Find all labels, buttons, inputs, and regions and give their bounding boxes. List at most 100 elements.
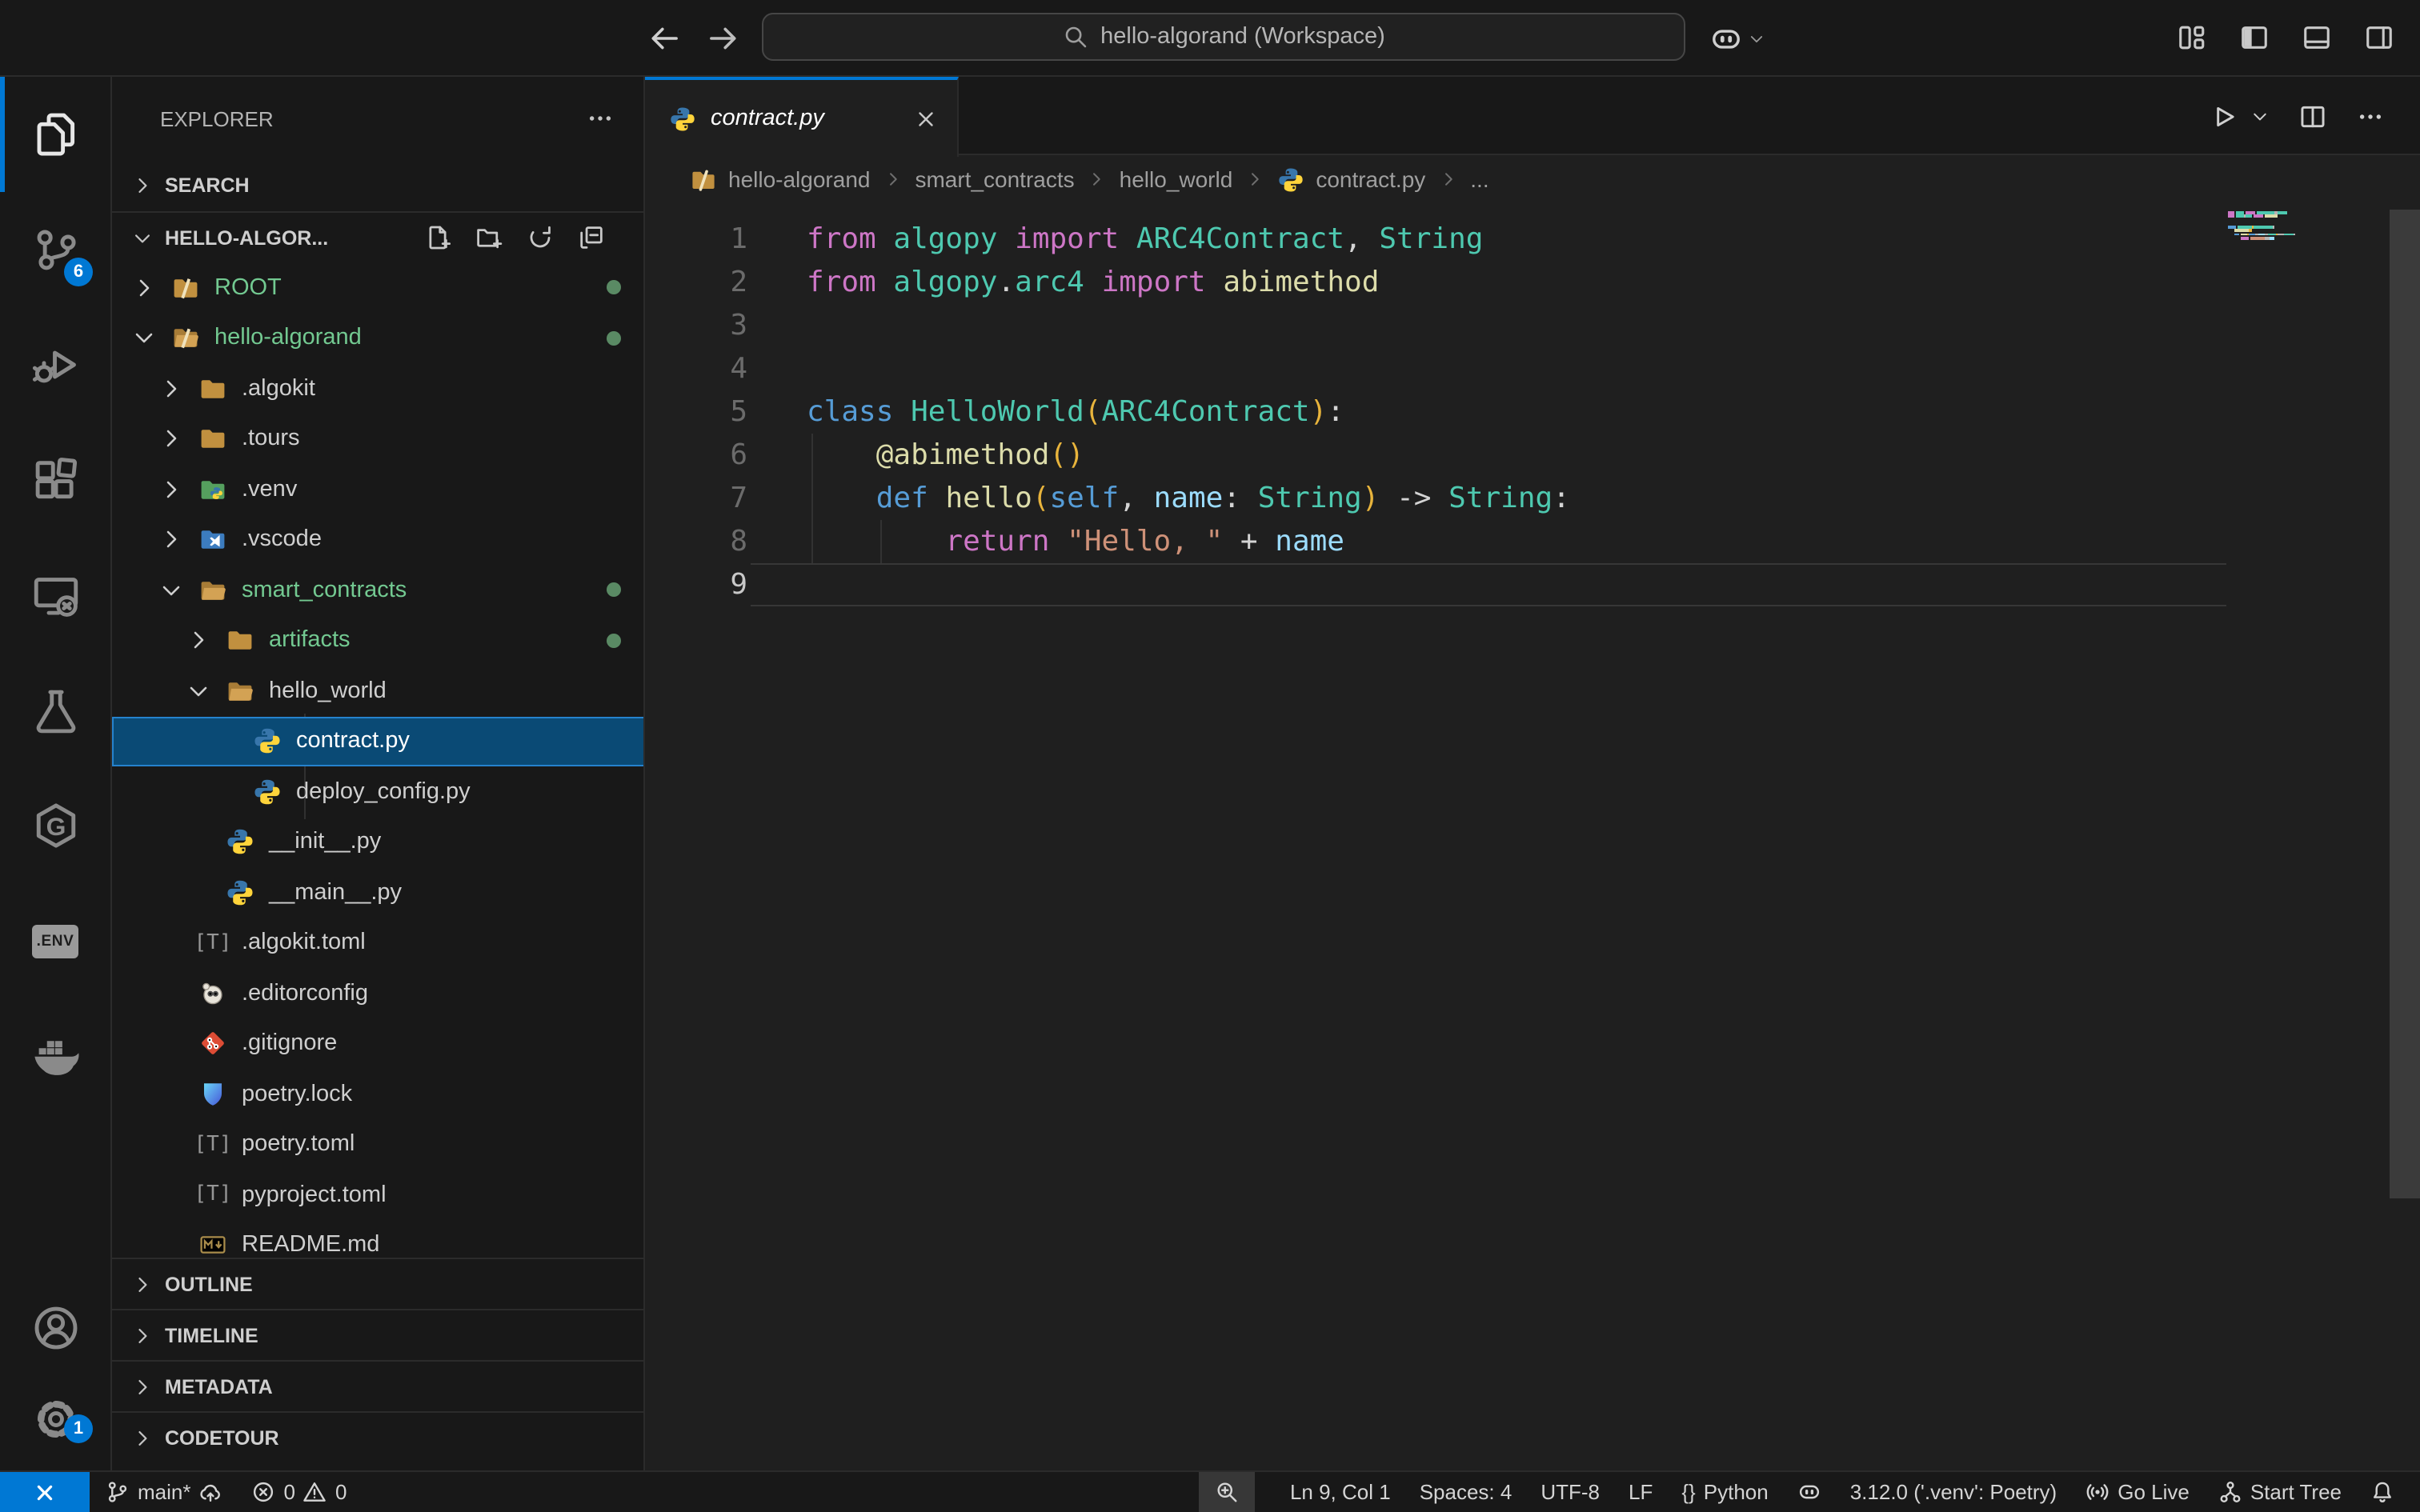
status-go-live[interactable]: Go Live	[2073, 1472, 2202, 1512]
tree-item-deploy-config-py[interactable]: deploy_config.py	[112, 766, 645, 817]
layout-panel-icon[interactable]	[2302, 22, 2332, 53]
layout-secondary-icon[interactable]	[2364, 22, 2394, 53]
more-actions-icon[interactable]	[586, 104, 615, 133]
indent-spacer	[186, 880, 211, 906]
status-encoding[interactable]: UTF-8	[1528, 1472, 1613, 1512]
status-copilot-status[interactable]	[1785, 1472, 1834, 1512]
activity-item-remote-explorer[interactable]	[0, 538, 110, 653]
layout-customize-icon[interactable]	[2177, 22, 2207, 53]
account-icon	[31, 1303, 79, 1351]
tree-item--main-py[interactable]: __main__.py	[112, 867, 645, 918]
tree-item-poetry-lock[interactable]: poetry.lock	[112, 1069, 645, 1119]
tree-item-hello-algorand[interactable]: hello-algorand	[112, 313, 645, 363]
status-remote-indicator[interactable]	[0, 1472, 90, 1512]
breadcrumb-separator-icon	[1088, 170, 1107, 189]
debug-icon	[31, 341, 79, 389]
status-cursor-position[interactable]: Ln 9, Col 1	[1277, 1472, 1404, 1512]
navigate-back-button[interactable]	[647, 21, 682, 56]
navigate-forward-button[interactable]	[706, 21, 741, 56]
tree-item--venv[interactable]: .venv	[112, 464, 645, 514]
activity-item-run-and-debug[interactable]	[0, 307, 110, 422]
new-folder-icon[interactable]	[475, 224, 503, 251]
bell-icon	[2370, 1480, 2394, 1504]
new-file-icon[interactable]	[424, 224, 451, 251]
tree-item-label: .venv	[242, 477, 297, 502]
chevron-right-icon	[158, 426, 184, 452]
tree-item--init-py[interactable]: __init__.py	[112, 817, 645, 867]
chevron-right-icon	[131, 1273, 154, 1295]
status-indentation[interactable]: Spaces: 4	[1407, 1472, 1525, 1512]
editor-actions	[2209, 77, 2420, 155]
vertical-scrollbar[interactable]	[2390, 210, 2420, 1198]
section-search[interactable]: SEARCH	[112, 160, 643, 213]
workspace-folder-label: HELLO-ALGOR...	[165, 226, 328, 249]
status-python-interpreter[interactable]: 3.12.0 ('.venv': Poetry)	[1837, 1472, 2070, 1512]
toml-icon: [T]	[198, 929, 227, 958]
file-tree: ROOThello-algorand.algokit.tours .venv .vs…	[112, 262, 645, 1258]
run-options-dropdown-button[interactable]	[2250, 106, 2270, 126]
status-problems-status[interactable]: 00	[239, 1472, 360, 1512]
activity-item-accounts[interactable]	[0, 1282, 110, 1373]
chevron-down-icon	[158, 578, 184, 603]
copilot-menu-button[interactable]	[1709, 19, 1765, 58]
activity-item-settings[interactable]: 1	[0, 1373, 110, 1464]
tab-contract-py[interactable]: contract.py	[645, 77, 959, 157]
tree-item-root[interactable]: ROOT	[112, 262, 645, 313]
refresh-icon[interactable]	[527, 224, 554, 251]
status-eol-sequence[interactable]: LF	[1616, 1472, 1665, 1512]
tree-item--algokit-toml[interactable]: [T].algokit.toml	[112, 918, 645, 968]
tree-item-artifacts[interactable]: artifacts	[112, 615, 645, 666]
section-timeline[interactable]: TIMELINE	[112, 1309, 645, 1360]
close-icon[interactable]	[914, 106, 938, 130]
tree-item-label: artifacts	[269, 628, 351, 654]
tree-item-poetry-toml[interactable]: [T]poetry.toml	[112, 1119, 645, 1170]
tree-item-pyproject-toml[interactable]: [T]pyproject.toml	[112, 1170, 645, 1220]
status-start-tree[interactable]: Start Tree	[2206, 1472, 2354, 1512]
code-area: 123456789 from algopy import ARC4Contrac…	[645, 203, 2420, 1470]
command-center-search[interactable]: hello-algorand (Workspace)	[762, 13, 1685, 61]
breadcrumb-item--[interactable]: ...	[1470, 166, 1488, 192]
activity-item-testing[interactable]	[0, 653, 110, 768]
breadcrumb-item-contract-py[interactable]: contract.py	[1277, 166, 1425, 193]
git-modified-dot	[607, 583, 621, 598]
activity-item-gitlens[interactable]: G	[0, 768, 110, 883]
tree-item--tours[interactable]: .tours	[112, 414, 645, 464]
git-icon	[198, 1030, 227, 1058]
section-metadata[interactable]: METADATA	[112, 1360, 645, 1411]
activity-item-docker[interactable]	[0, 998, 110, 1114]
tree-item--vscode[interactable]: .vscode	[112, 514, 645, 565]
tree-item--algokit[interactable]: .algokit	[112, 363, 645, 414]
layout-controls	[2177, 22, 2394, 53]
run-python-file-button[interactable]	[2209, 102, 2238, 130]
tree-item-contract-py[interactable]: contract.py	[112, 716, 645, 766]
folder-vscode-icon	[198, 526, 227, 554]
activity-item-explorer[interactable]	[0, 77, 110, 192]
breadcrumb-item-smart-contracts[interactable]: smart_contracts	[915, 166, 1074, 192]
breadcrumb-item-hello-world[interactable]: hello_world	[1120, 166, 1233, 192]
tree-item-readme-md[interactable]: README.md	[112, 1220, 645, 1258]
status-language-mode[interactable]: {}Python	[1669, 1472, 1781, 1512]
section-outline[interactable]: OUTLINE	[112, 1258, 645, 1309]
workspace-folder-header[interactable]: HELLO-ALGOR...	[112, 213, 643, 262]
tree-item--editorconfig[interactable]: .editorconfig	[112, 968, 645, 1018]
layout-sidebar-icon[interactable]	[2239, 22, 2270, 53]
beaker-icon	[31, 686, 79, 734]
status-git-branch-status[interactable]: main*	[93, 1472, 236, 1512]
breadcrumb-item-hello-algorand[interactable]: hello-algorand	[690, 166, 870, 193]
folder-icon	[198, 425, 227, 454]
activity-item-dotenv[interactable]: .ENV	[0, 883, 110, 998]
activity-item-source-control[interactable]: 6	[0, 192, 110, 307]
tree-item-smart-contracts[interactable]: smart_contracts	[112, 565, 645, 615]
activity-item-extensions[interactable]	[0, 422, 110, 538]
tree-item--gitignore[interactable]: .gitignore	[112, 1018, 645, 1069]
tree-item-hello-world[interactable]: hello_world	[112, 666, 645, 716]
minimap[interactable]	[2228, 211, 2340, 244]
copilot-icon	[1709, 22, 1743, 55]
git-modified-dot	[607, 281, 621, 295]
more-actions-button[interactable]	[2356, 102, 2385, 130]
status-screencast-zoom[interactable]	[1199, 1472, 1255, 1512]
split-editor-button[interactable]	[2298, 102, 2327, 130]
section-codetour[interactable]: CODETOUR	[112, 1411, 645, 1462]
status-notifications[interactable]	[2358, 1472, 2407, 1512]
collapse-all-icon[interactable]	[578, 224, 605, 251]
